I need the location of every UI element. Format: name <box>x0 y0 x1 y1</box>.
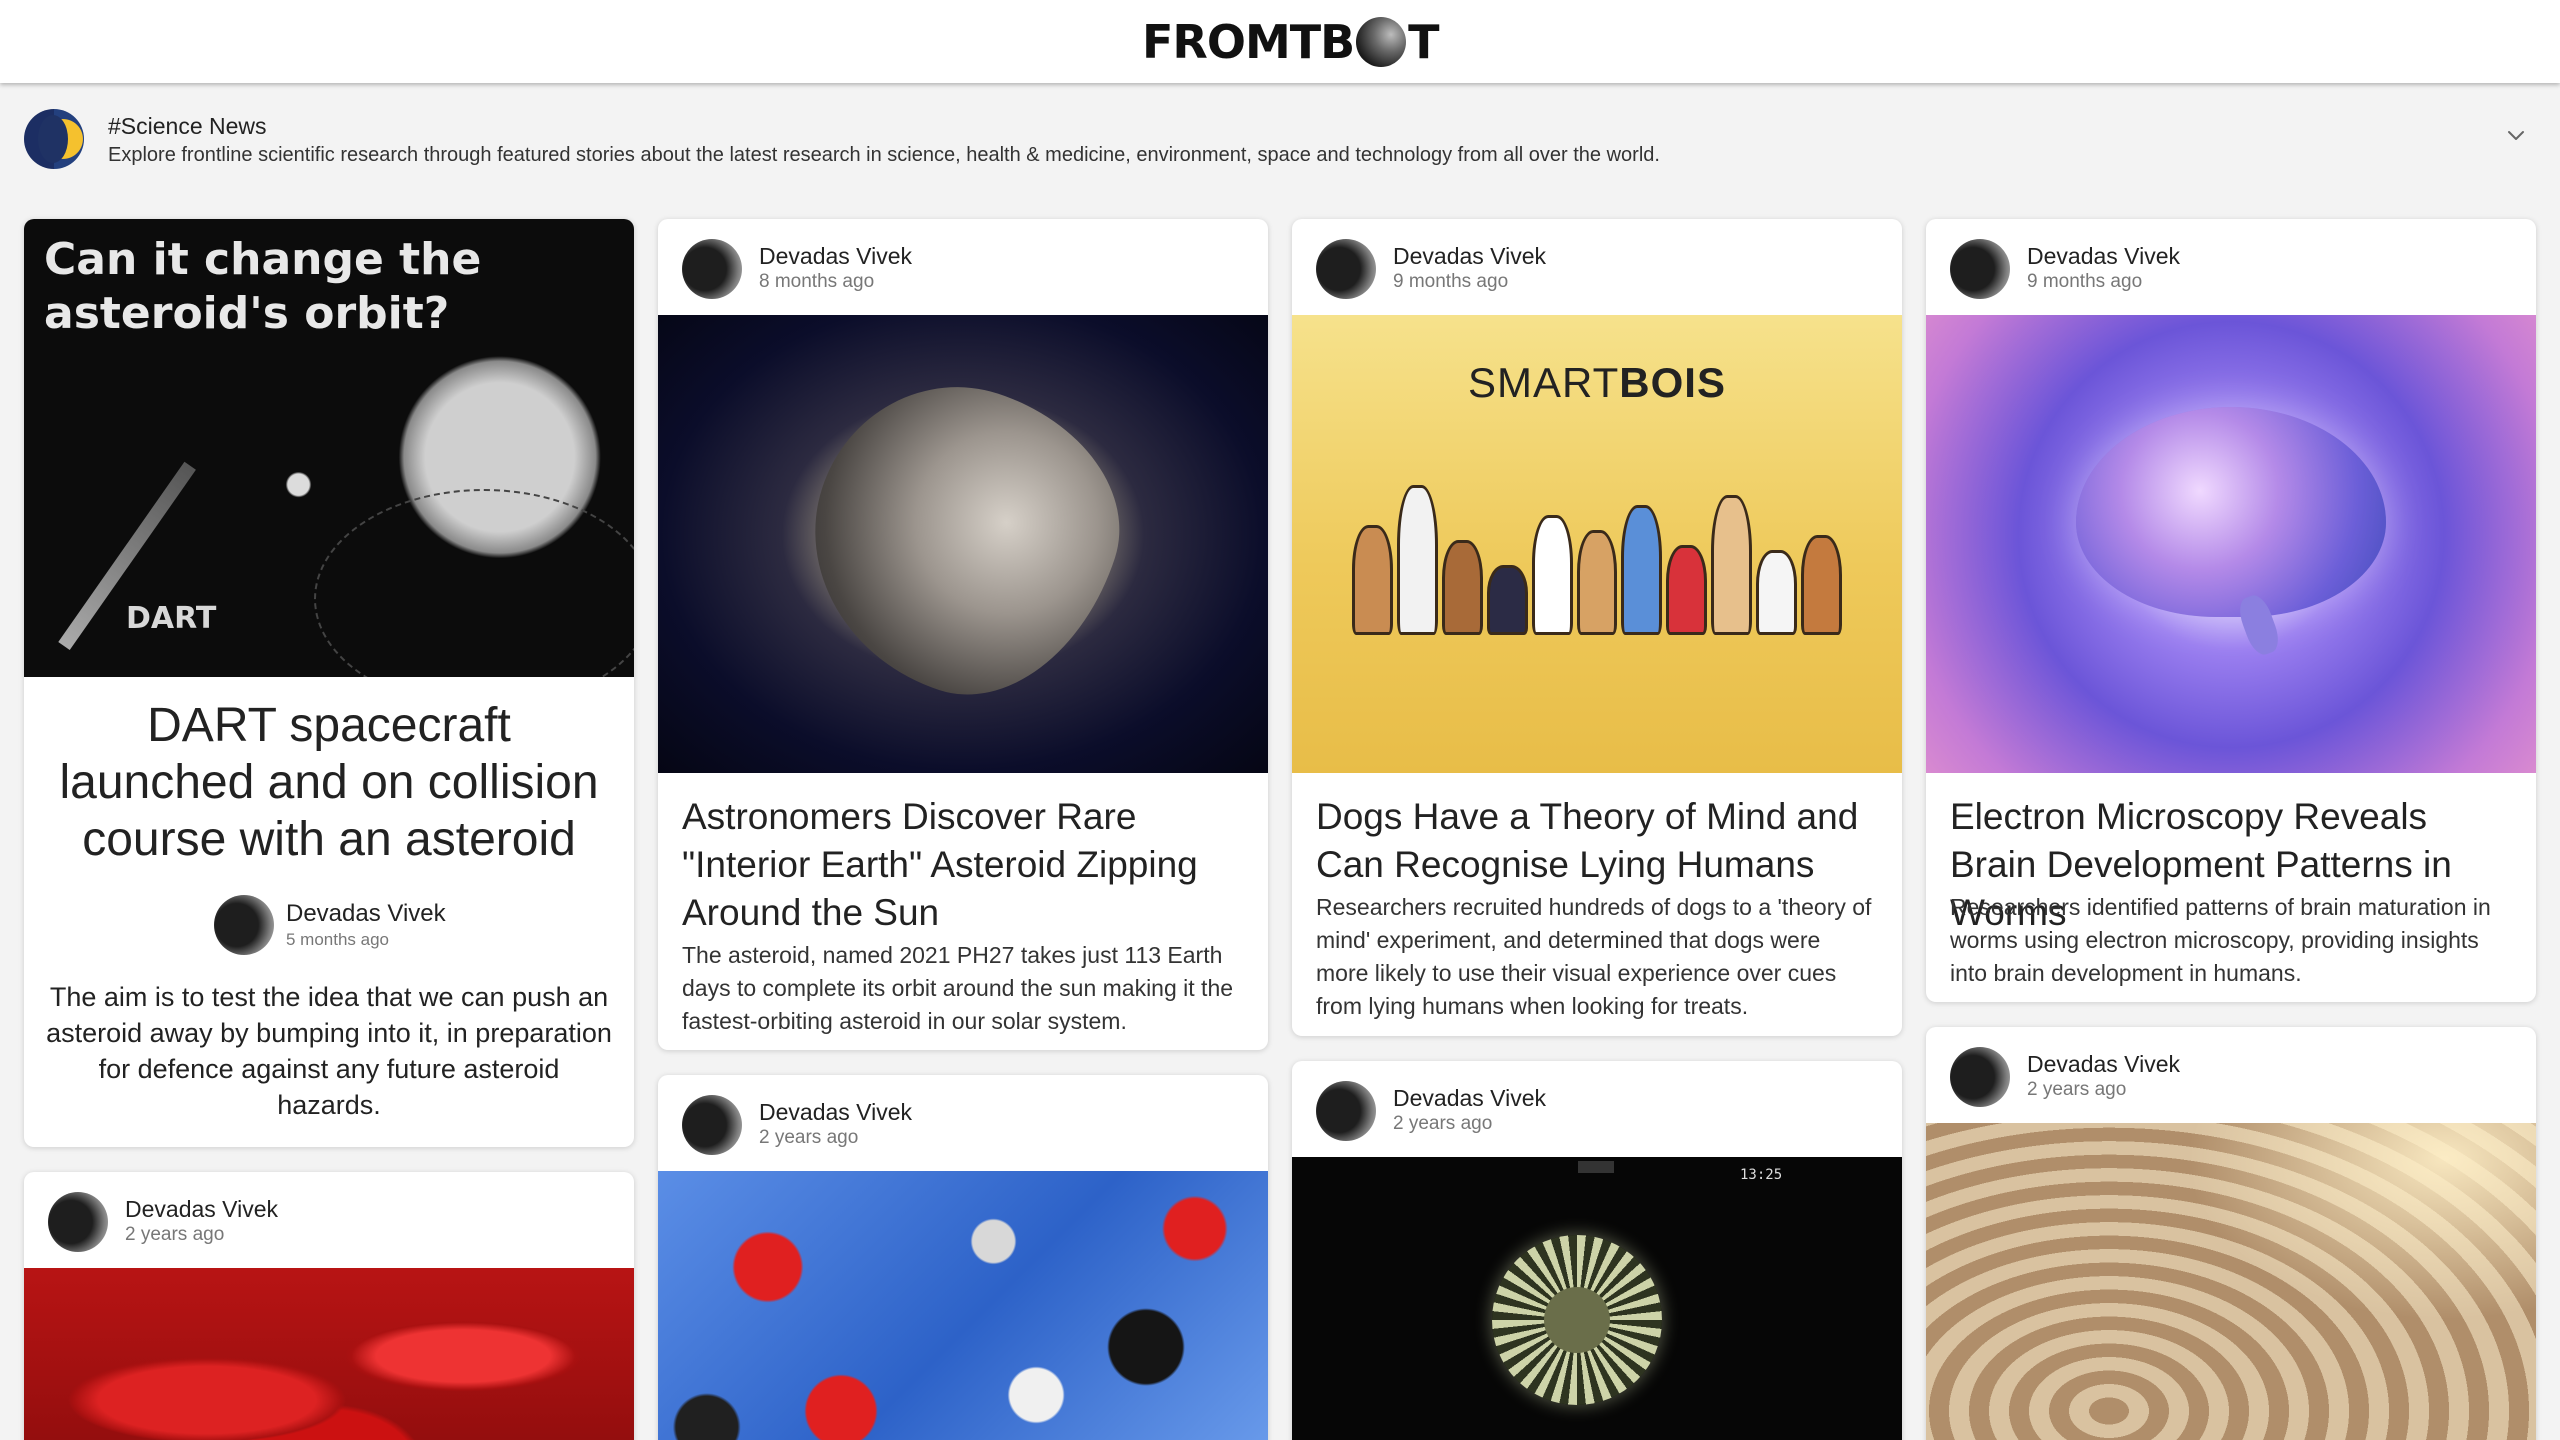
post-time: 9 months ago <box>1393 271 1509 292</box>
author-name[interactable]: Devadas Vivek <box>1393 1085 1546 1112</box>
post-excerpt: The asteroid, named 2021 PH27 takes just… <box>682 942 1234 1034</box>
post-time: 5 months ago <box>286 930 390 949</box>
fromtbot-logo[interactable]: FROMTB T <box>1142 14 1440 70</box>
featured-post-card[interactable]: Can it change the asteroid's orbit? DART… <box>24 219 634 1147</box>
clouds-image[interactable] <box>1926 1123 2536 1440</box>
post-card[interactable]: Devadas Vivek 2 years ago <box>24 1172 634 1440</box>
post-excerpt: The aim is to test the idea that we can … <box>46 982 612 1120</box>
avatar[interactable] <box>1950 1047 2010 1107</box>
image-label: DART <box>126 601 217 636</box>
post-card[interactable]: Devadas Vivek 2 years ago 13:25 <box>1292 1061 1902 1440</box>
post-header: Devadas Vivek 2 years ago <box>1926 1027 2536 1123</box>
post-card[interactable]: Devadas Vivek 2 years ago <box>1926 1027 2536 1440</box>
avatar[interactable] <box>1316 1081 1376 1141</box>
post-headline[interactable]: Dogs Have a Theory of Mind and Can Recog… <box>1316 793 1878 889</box>
molecules-image[interactable] <box>658 1171 1268 1440</box>
logo-text-left: FROMTB <box>1142 15 1355 69</box>
author-name[interactable]: Devadas Vivek <box>286 900 446 928</box>
post-headline[interactable]: DART spacecraft launched and on collisio… <box>44 697 614 868</box>
brain-image[interactable] <box>1926 315 2536 773</box>
post-time: 2 years ago <box>1393 1113 1493 1134</box>
post-header: Devadas Vivek 9 months ago <box>1926 219 2536 315</box>
post-excerpt: Researchers identified patterns of brain… <box>1950 894 2491 986</box>
image-caption: Can it change the asteroid's orbit? <box>44 234 482 339</box>
post-headline[interactable]: Astronomers Discover Rare "Interior Eart… <box>682 793 1244 937</box>
orbit-ring <box>314 489 634 677</box>
post-byline: Devadas Vivek 5 months ago <box>24 895 634 959</box>
topic-title[interactable]: #Science News <box>108 113 267 140</box>
author-name[interactable]: Devadas Vivek <box>1393 243 1546 270</box>
chevron-down-icon[interactable] <box>2504 123 2528 147</box>
author-name[interactable]: Devadas Vivek <box>2027 1051 2180 1078</box>
brain-graphic <box>2076 407 2386 617</box>
post-card[interactable]: Devadas Vivek 8 months ago Astronomers D… <box>658 219 1268 1050</box>
avatar[interactable] <box>682 1095 742 1155</box>
dogs-image[interactable]: SMARTBOIS <box>1292 315 1902 773</box>
science-news-icon <box>24 109 84 169</box>
post-card[interactable]: Devadas Vivek 2 years ago <box>658 1075 1268 1440</box>
dogs-graphic <box>1352 465 1842 635</box>
post-excerpt: Researchers recruited hundreds of dogs t… <box>1316 894 1872 1019</box>
author-name[interactable]: Devadas Vivek <box>125 1196 278 1223</box>
avatar[interactable] <box>1316 239 1376 299</box>
author-name[interactable]: Devadas Vivek <box>759 1099 912 1126</box>
topic-description: Explore frontline scientific research th… <box>108 144 1660 166</box>
logo-text-right: T <box>1408 15 1439 69</box>
avatar[interactable] <box>1950 239 2010 299</box>
post-header: Devadas Vivek 8 months ago <box>658 219 1268 315</box>
smartbois-brand: SMARTBOIS <box>1468 359 1726 406</box>
post-header: Devadas Vivek 2 years ago <box>1292 1061 1902 1157</box>
blood-cells-image[interactable] <box>24 1268 634 1440</box>
video-watermark <box>1578 1161 1614 1173</box>
post-header: Devadas Vivek 2 years ago <box>24 1172 634 1268</box>
post-header: Devadas Vivek 9 months ago <box>1292 219 1902 315</box>
post-header: Devadas Vivek 2 years ago <box>658 1075 1268 1171</box>
avatar[interactable] <box>214 895 274 955</box>
video-timestamp: 13:25 <box>1740 1167 1783 1183</box>
topic-header: #Science News Explore frontline scientif… <box>0 83 2560 198</box>
organism-graphic <box>1492 1235 1662 1405</box>
avatar[interactable] <box>48 1192 108 1252</box>
post-time: 9 months ago <box>2027 271 2143 292</box>
post-card[interactable]: Devadas Vivek 9 months ago Electron Micr… <box>1926 219 2536 1002</box>
dart-image[interactable]: Can it change the asteroid's orbit? DART <box>24 219 634 677</box>
microscopy-video-image[interactable]: 13:25 <box>1292 1157 1902 1440</box>
top-bar: FROMTB T <box>0 0 2560 83</box>
logo-moon-icon <box>1356 17 1407 67</box>
post-time: 2 years ago <box>759 1127 859 1148</box>
asteroid-graphic <box>773 350 1153 730</box>
post-time: 8 months ago <box>759 271 875 292</box>
asteroid-image[interactable] <box>658 315 1268 773</box>
post-time: 2 years ago <box>2027 1079 2127 1100</box>
post-time: 2 years ago <box>125 1224 225 1245</box>
author-name[interactable]: Devadas Vivek <box>759 243 912 270</box>
avatar[interactable] <box>682 239 742 299</box>
post-card[interactable]: Devadas Vivek 9 months ago SMARTBOIS Dog… <box>1292 219 1902 1036</box>
author-name[interactable]: Devadas Vivek <box>2027 243 2180 270</box>
